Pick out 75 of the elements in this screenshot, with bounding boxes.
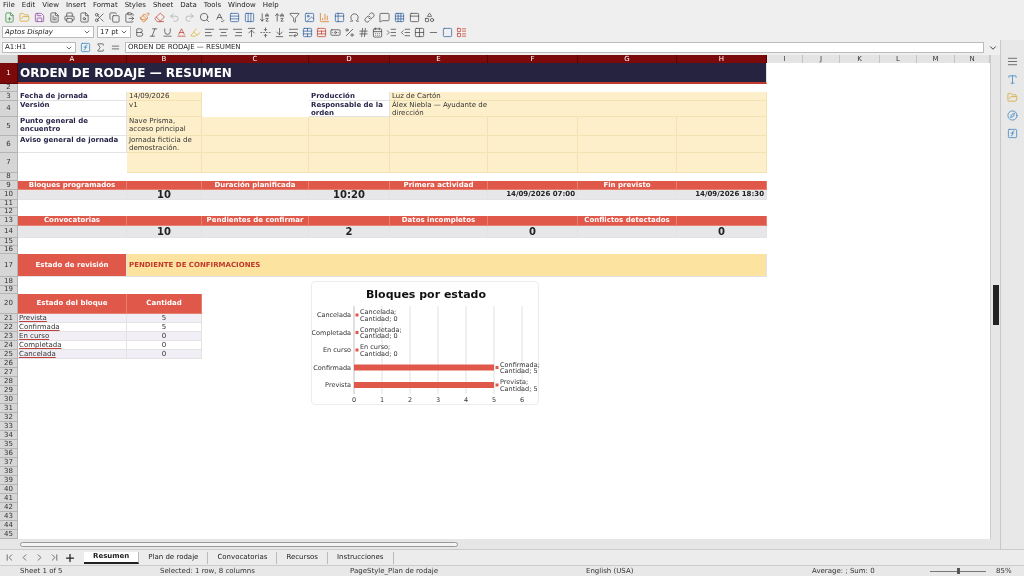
align-center-icon[interactable] <box>218 26 229 38</box>
bold-icon[interactable] <box>134 26 145 38</box>
chart-icon[interactable] <box>319 11 330 23</box>
spellcheck-icon[interactable] <box>214 11 225 23</box>
table-icon[interactable] <box>334 11 345 23</box>
properties-icon[interactable] <box>1007 56 1018 67</box>
chart-title: Bloques por estado <box>365 288 487 301</box>
copy-icon[interactable] <box>109 11 120 23</box>
indent-increase-icon[interactable] <box>386 26 397 38</box>
filter-icon[interactable] <box>289 11 300 23</box>
border-color-icon[interactable] <box>442 26 453 38</box>
caret-icon <box>120 28 128 36</box>
marker-icon <box>355 331 359 334</box>
underline-icon[interactable] <box>162 26 173 38</box>
paste-icon[interactable] <box>124 11 135 23</box>
link-icon[interactable] <box>364 11 375 23</box>
styles-icon[interactable] <box>1007 74 1018 85</box>
paintbrush-icon[interactable] <box>139 11 150 23</box>
shapes-icon[interactable] <box>424 11 435 23</box>
align-top-icon[interactable] <box>246 26 257 38</box>
align-bottom-icon[interactable] <box>274 26 285 38</box>
caret-icon <box>83 28 91 36</box>
sum-icon[interactable] <box>95 42 106 53</box>
marker-icon <box>495 366 499 369</box>
rows-icon[interactable] <box>229 11 240 23</box>
number-icon[interactable] <box>358 26 369 38</box>
kpi-value: 2 <box>309 226 390 238</box>
omega-icon[interactable] <box>349 11 360 23</box>
new-document-icon[interactable] <box>4 11 15 23</box>
comment-icon[interactable] <box>379 11 390 23</box>
preview-icon[interactable] <box>79 11 90 23</box>
eraser-icon[interactable] <box>154 11 165 23</box>
last-sheet-icon[interactable] <box>49 552 60 563</box>
wrap-text-icon[interactable] <box>288 26 299 38</box>
calendar-icon[interactable] <box>372 26 383 38</box>
italic-icon[interactable] <box>148 26 159 38</box>
search-icon[interactable] <box>199 11 210 23</box>
marker-icon <box>355 348 359 352</box>
print-icon[interactable] <box>64 11 75 23</box>
kpi-value: 10 <box>127 226 202 238</box>
kpi-value: 10 <box>127 190 202 200</box>
align-right-icon[interactable] <box>232 26 243 38</box>
cut-icon[interactable] <box>94 11 105 23</box>
image-icon[interactable] <box>304 11 315 23</box>
align-left-icon[interactable] <box>204 26 215 38</box>
navigator-icon[interactable] <box>1007 110 1018 121</box>
function-icon[interactable] <box>1007 128 1018 139</box>
indent-decrease-icon[interactable] <box>400 26 411 38</box>
document-icon[interactable] <box>49 11 60 23</box>
borders-icon[interactable] <box>414 26 425 38</box>
sort-descending-icon[interactable] <box>274 11 285 23</box>
add-sheet-icon[interactable] <box>64 551 76 564</box>
kpi-value: 0 <box>488 226 578 238</box>
percent-icon[interactable] <box>344 26 355 38</box>
grid-icon[interactable] <box>394 11 405 23</box>
panel-icon[interactable] <box>409 11 420 23</box>
function-icon[interactable] <box>80 42 91 53</box>
align-middle-icon[interactable] <box>260 26 271 38</box>
marker-icon <box>495 383 499 387</box>
save-icon[interactable] <box>34 11 45 23</box>
merge-cells-icon[interactable] <box>302 26 313 38</box>
first-sheet-icon[interactable] <box>4 552 15 563</box>
currency-icon[interactable] <box>330 26 341 38</box>
marker-icon <box>355 313 359 317</box>
sort-ascending-icon[interactable] <box>259 11 270 23</box>
conditional-format-icon[interactable] <box>456 26 467 38</box>
equals-icon[interactable] <box>110 42 121 53</box>
kpi-value: 10:20 <box>309 190 390 200</box>
vertical-scrollbar[interactable] <box>990 55 1000 539</box>
split-cells-icon[interactable] <box>316 26 327 38</box>
columns-icon[interactable] <box>244 11 255 23</box>
font-color-icon[interactable] <box>176 26 187 38</box>
sheet-title: ORDEN DE RODAJE — RESUMEN <box>18 63 767 84</box>
horizontal-scrollbar[interactable] <box>0 539 1000 549</box>
kpi-value: 0 <box>677 226 767 238</box>
